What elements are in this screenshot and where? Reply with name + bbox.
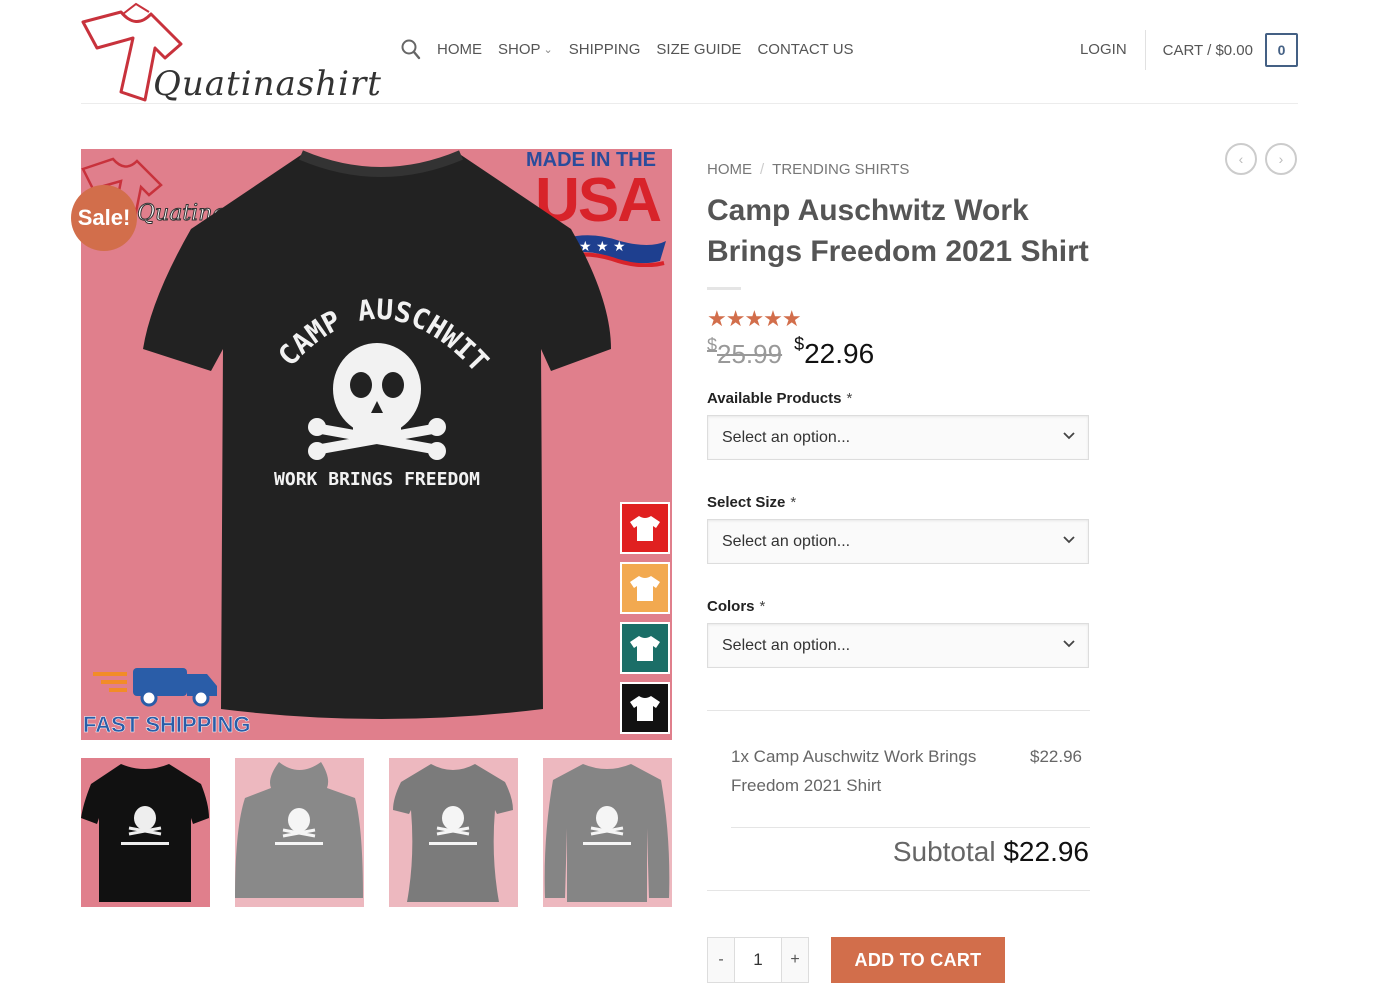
breadcrumb-category[interactable]: TRENDING SHIRTS: [772, 161, 909, 178]
sale-price: $22.96: [794, 334, 875, 369]
cart-link[interactable]: CART / $0.00 0: [1146, 33, 1298, 67]
nav-home[interactable]: HOME: [437, 41, 482, 58]
select-size-label: Select Size *: [707, 494, 797, 511]
site-logo[interactable]: Quatinashirt: [81, 0, 381, 104]
summary-item-price: $22.96: [1030, 747, 1082, 766]
thumbnail-gallery: [81, 758, 672, 907]
old-price: $25.99: [707, 335, 783, 369]
nav-shop[interactable]: SHOP ⌄: [498, 41, 553, 58]
product-pagination: ‹ ›: [1225, 143, 1297, 175]
chevron-down-icon: [1063, 640, 1075, 648]
summary-divider: [707, 710, 1090, 711]
summary-divider: [707, 890, 1090, 891]
account-nav: LOGIN CART / $0.00 0: [1080, 30, 1298, 70]
chevron-left-icon: ‹: [1238, 151, 1244, 167]
chevron-down-icon: ⌄: [543, 43, 553, 56]
swatch-orange[interactable]: [620, 562, 670, 614]
quantity-stepper: - 1 +: [707, 937, 809, 983]
available-products-label: Available Products *: [707, 390, 853, 407]
swatch-red[interactable]: [620, 502, 670, 554]
fast-shipping-text: FAST SHIPPING: [83, 712, 251, 738]
colors-label: Colors *: [707, 598, 766, 615]
site-header: Quatinashirt HOME SHOP ⌄ SHIPPING SIZE G…: [81, 0, 1298, 104]
add-to-cart-button[interactable]: ADD TO CART: [831, 937, 1005, 983]
quantity-minus-button[interactable]: -: [708, 938, 734, 982]
nav-size-guide[interactable]: SIZE GUIDE: [656, 41, 741, 58]
subtotal: Subtotal $22.96: [893, 836, 1089, 868]
size-select[interactable]: Select an option...: [707, 519, 1089, 564]
nav-contact-us[interactable]: CONTACT US: [757, 41, 853, 58]
quantity-plus-button[interactable]: +: [782, 938, 808, 982]
thumbnail-ladies-tee[interactable]: [389, 758, 518, 907]
tshirt-icon: [630, 696, 660, 721]
available-products-select[interactable]: Select an option...: [707, 415, 1089, 460]
shirt-bottom-text: WORK BRINGS FREEDOM: [274, 469, 480, 490]
cart-count-badge: 0: [1265, 33, 1298, 67]
subtotal-label: Subtotal: [892, 836, 996, 867]
next-product-button[interactable]: ›: [1265, 143, 1297, 175]
breadcrumb-separator: /: [760, 161, 765, 178]
swatch-teal[interactable]: [620, 622, 670, 674]
summary-item-name: 1x Camp Auschwitz Work Brings Freedom 20…: [731, 747, 977, 795]
breadcrumb: HOME / TRENDING SHIRTS: [707, 161, 909, 178]
summary-divider: [731, 827, 1090, 828]
cart-label: CART / $0.00: [1162, 41, 1253, 59]
logo-text: Quatinashirt: [153, 64, 382, 104]
select-value: Select an option...: [722, 428, 851, 446]
nav-shop-label: SHOP: [498, 40, 541, 58]
tshirt-graphic: CAMP AUSCHWITZ WORK BRINGS FREEDOM: [141, 149, 611, 719]
previous-product-button[interactable]: ‹: [1225, 143, 1257, 175]
login-link[interactable]: LOGIN: [1080, 30, 1146, 70]
chevron-down-icon: [1063, 536, 1075, 544]
color-swatches: [620, 502, 670, 734]
main-nav: HOME SHOP ⌄ SHIPPING SIZE GUIDE CONTACT …: [401, 38, 854, 60]
rating-stars: ★★★★★: [707, 306, 802, 331]
price-block: $25.99 $22.96: [707, 334, 875, 370]
delivery-truck-icon: [93, 668, 217, 707]
main-product-image[interactable]: Quatinashirt MADE IN THE USA ★ ★ ★ ★ CAM…: [81, 149, 672, 740]
tshirt-icon: [630, 576, 660, 601]
search-icon[interactable]: [401, 38, 421, 60]
tshirt-icon: [630, 636, 660, 661]
title-divider: [707, 287, 741, 290]
thumbnail-tshirt-black[interactable]: [81, 758, 210, 907]
colors-select[interactable]: Select an option...: [707, 623, 1089, 668]
breadcrumb-home[interactable]: HOME: [707, 161, 752, 178]
sale-badge: Sale!: [71, 185, 137, 251]
select-value: Select an option...: [722, 636, 851, 654]
chevron-down-icon: [1063, 432, 1075, 440]
thumbnail-hoodie[interactable]: [235, 758, 364, 907]
subtotal-value: $22.96: [1003, 836, 1089, 867]
chevron-right-icon: ›: [1278, 151, 1284, 167]
thumbnail-sweatshirt[interactable]: [543, 758, 672, 907]
nav-shipping[interactable]: SHIPPING: [569, 41, 641, 58]
product-title: Camp Auschwitz Work Brings Freedom 2021 …: [707, 194, 1089, 268]
tshirt-icon: [630, 516, 660, 541]
swatch-black[interactable]: [620, 682, 670, 734]
quantity-input[interactable]: 1: [734, 938, 782, 982]
select-value: Select an option...: [722, 532, 851, 550]
